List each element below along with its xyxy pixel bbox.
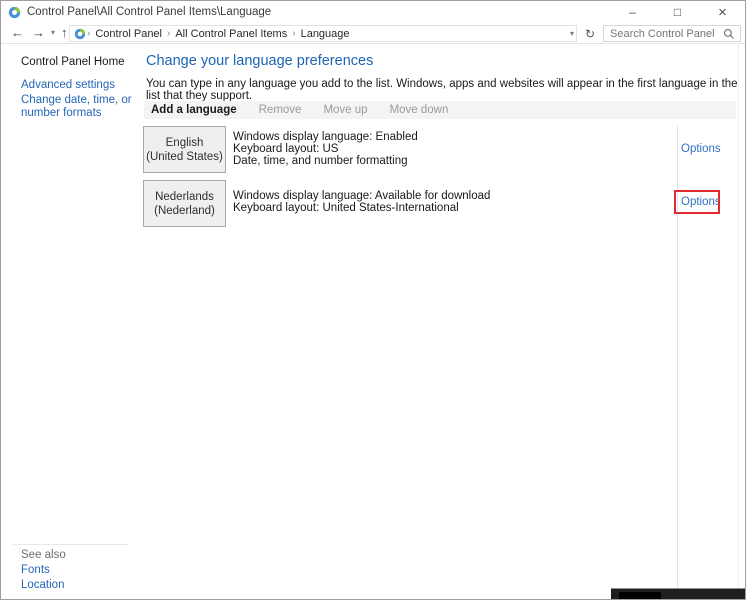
title-bar: Control Panel\All Control Panel Items\La… <box>1 1 745 23</box>
command-bar: Add a language Remove Move up Move down <box>144 101 736 119</box>
sidebar-item-advanced-settings[interactable]: Advanced settings <box>21 79 115 91</box>
options-column-divider <box>677 126 678 588</box>
move-up-button[interactable]: Move up <box>312 104 378 116</box>
window-title: Control Panel\All Control Panel Items\La… <box>27 6 271 18</box>
address-dropdown-icon[interactable]: ▾ <box>568 24 576 44</box>
breadcrumb-language[interactable]: Language <box>297 28 354 40</box>
back-icon[interactable]: ← <box>7 23 28 43</box>
refresh-icon[interactable]: ↻ <box>581 25 599 42</box>
language-details-english: Windows display language: Enabled Keyboa… <box>233 131 418 168</box>
sidebar-item-location[interactable]: Location <box>21 579 64 591</box>
search-input[interactable] <box>604 28 723 40</box>
caption-buttons: – □ × <box>610 1 745 23</box>
sidebar-item-fonts[interactable]: Fonts <box>21 564 50 576</box>
sidebar-item-control-panel-home[interactable]: Control Panel Home <box>21 56 125 68</box>
address-bar[interactable]: › Control Panel › All Control Panel Item… <box>69 25 577 42</box>
detail-line: Keyboard layout: US <box>233 143 418 155</box>
sidebar-item-change-formats[interactable]: Change date, time, or number formats <box>21 94 133 120</box>
content-right-divider <box>738 44 739 588</box>
navigation-bar: ← → ▾ ↑ › Control Panel › All Control Pa… <box>1 23 745 44</box>
breadcrumb-all-control-panel-items[interactable]: All Control Panel Items <box>171 28 291 40</box>
detail-line: Windows display language: Available for … <box>233 190 490 202</box>
sidebar: Control Panel Home Advanced settings Cha… <box>1 44 141 597</box>
maximize-button[interactable]: □ <box>655 1 700 23</box>
overlay-thumbnail-box <box>619 592 661 600</box>
language-details-nederlands: Windows display language: Available for … <box>233 190 490 214</box>
options-link-nederlands[interactable]: Options <box>681 196 721 208</box>
minimize-button[interactable]: – <box>610 1 655 23</box>
language-tile-nederlands[interactable]: Nederlands (Nederland) <box>143 180 226 227</box>
remove-button[interactable]: Remove <box>248 104 313 116</box>
detail-line: Date, time, and number formatting <box>233 155 418 167</box>
sidebar-divider <box>13 544 129 545</box>
breadcrumb-control-panel[interactable]: Control Panel <box>91 28 166 40</box>
detail-line: Keyboard layout: United States-Internati… <box>233 202 490 214</box>
language-tile-english[interactable]: English (United States) <box>143 126 226 173</box>
close-button[interactable]: × <box>700 1 745 23</box>
control-panel-window: Control Panel\All Control Panel Items\La… <box>0 0 746 600</box>
page-title: Change your language preferences <box>146 53 373 69</box>
forward-icon[interactable]: → <box>28 23 49 43</box>
control-panel-breadcrumb-icon <box>74 28 86 40</box>
options-link-english[interactable]: Options <box>681 143 721 155</box>
dark-overlay-fragment <box>611 588 746 600</box>
control-panel-icon <box>8 6 21 19</box>
move-down-button[interactable]: Move down <box>379 104 460 116</box>
search-icon[interactable] <box>723 28 735 40</box>
add-a-language-button[interactable]: Add a language <box>144 104 248 116</box>
page-description: You can type in any language you add to … <box>146 78 745 102</box>
search-box <box>603 25 741 42</box>
nav-history-dropdown-icon[interactable]: ▾ <box>49 23 57 43</box>
see-also-label: See also <box>21 549 66 561</box>
detail-line: Windows display language: Enabled <box>233 131 418 143</box>
